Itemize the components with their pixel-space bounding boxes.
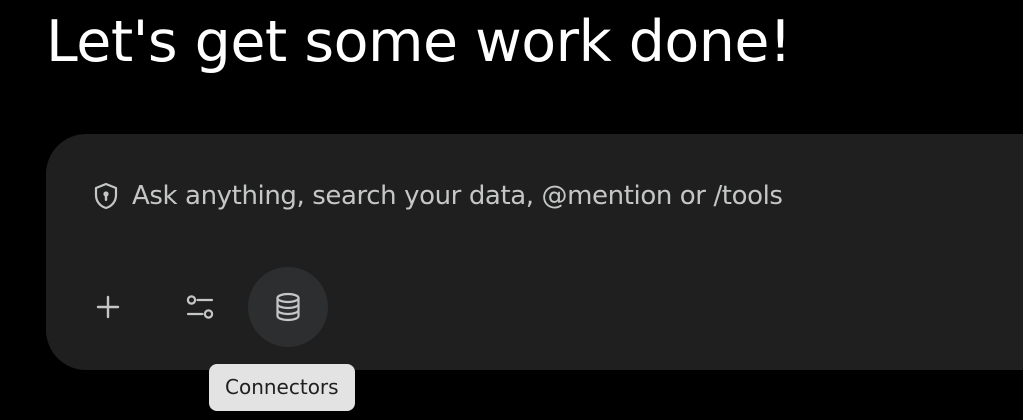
connectors-tooltip: Connectors (209, 364, 355, 411)
page-title: Let's get some work done! (46, 9, 792, 75)
add-button[interactable] (68, 267, 148, 347)
database-icon (274, 292, 302, 322)
prompt-row (92, 174, 912, 218)
tune-icon (185, 294, 215, 320)
shield-lock-icon (92, 182, 120, 210)
page: Let's get some work done! Ask anything, … (0, 0, 1023, 420)
connectors-button[interactable] (248, 267, 328, 347)
tools-button[interactable] (160, 267, 240, 347)
prompt-composer (46, 134, 1023, 370)
prompt-input[interactable] (132, 181, 912, 211)
plus-icon (96, 295, 120, 319)
